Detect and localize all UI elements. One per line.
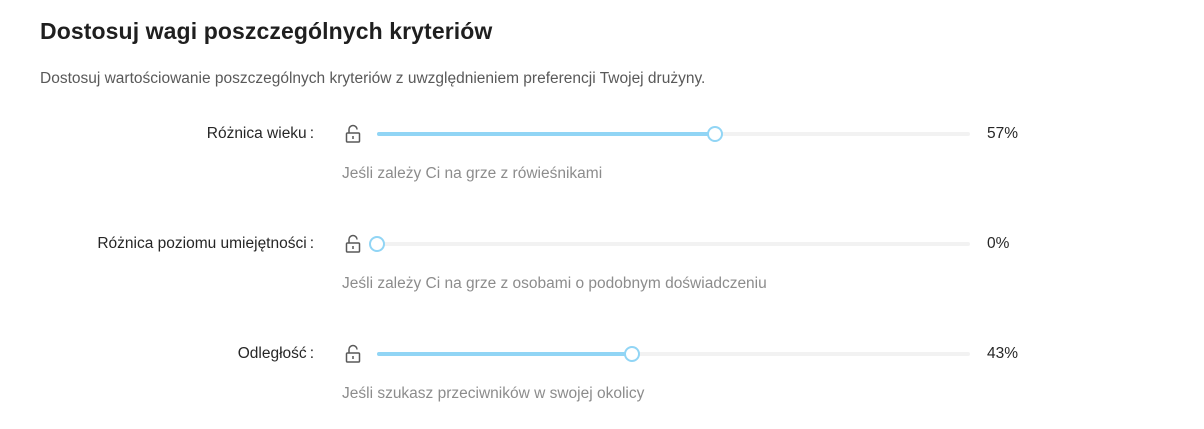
criterion-hint: Jeśli szukasz przeciwników w swojej okol…: [342, 385, 645, 402]
page-title: Dostosuj wagi poszczególnych kryteriów: [40, 18, 493, 44]
age-difference-slider[interactable]: [377, 126, 970, 142]
skill-difference-slider[interactable]: [369, 236, 970, 252]
criterion-hint: Jeśli zależy Ci na grze z osobami o podo…: [342, 275, 767, 292]
slider-handle[interactable]: [623, 346, 640, 362]
criterion-row-skill: Różnica poziomu umiejętności: 0% Jeśli z…: [0, 232, 1204, 312]
criterion-row-age: Różnica wieku: 57% Jeśli zależy Ci na gr…: [0, 122, 1204, 202]
unlock-icon[interactable]: [345, 344, 361, 364]
criterion-hint: Jeśli zależy Ci na grze z rówieśnikami: [342, 165, 603, 182]
slider-fill: [377, 132, 715, 136]
criterion-row-distance: Odległość: 43% Jeśli szukasz przeciwnikó…: [0, 342, 1204, 422]
slider-value: 57%: [987, 125, 1019, 142]
slider-handle[interactable]: [369, 236, 385, 252]
page-subtitle: Dostosuj wartościowanie poszczególnych k…: [40, 70, 706, 87]
criterion-label: Odległość:: [237, 345, 314, 362]
criterion-label: Różnica wieku:: [206, 125, 314, 142]
weights-panel: Dostosuj wagi poszczególnych kryteriów D…: [0, 0, 1204, 429]
distance-slider[interactable]: [377, 346, 970, 362]
unlock-icon[interactable]: [345, 234, 361, 254]
slider-value: 43%: [987, 345, 1019, 362]
slider-handle[interactable]: [707, 126, 723, 142]
unlock-icon[interactable]: [345, 124, 361, 144]
criterion-label: Różnica poziomu umiejętności:: [97, 235, 314, 252]
slider-value: 0%: [987, 235, 1010, 252]
slider-fill: [377, 352, 632, 356]
